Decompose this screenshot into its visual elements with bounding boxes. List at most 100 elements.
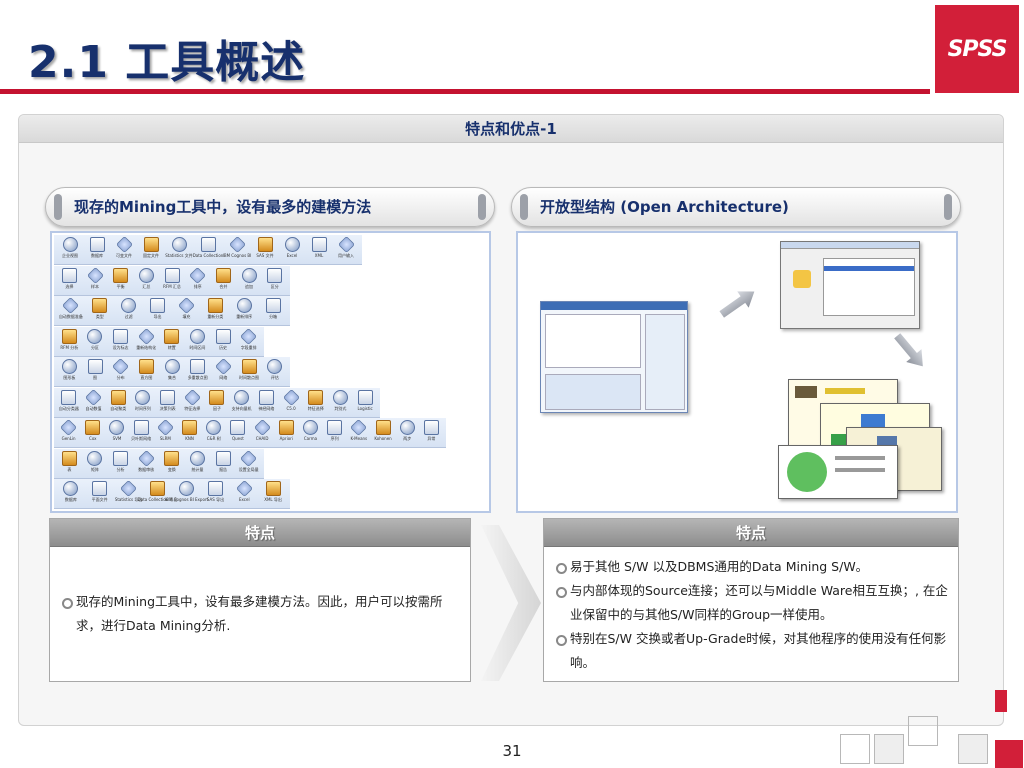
node-icon — [164, 328, 180, 344]
node-label: 网络 — [219, 375, 228, 380]
node-label: 重新排序 — [236, 314, 253, 319]
palette-node: K-Means — [348, 419, 369, 441]
title-divider — [0, 89, 930, 94]
palette-node: Statistics 文件 — [165, 237, 193, 259]
node-icon — [235, 480, 253, 497]
node-label: 多重散点图 — [187, 375, 208, 380]
node-label: IBM Cognos BI — [222, 253, 252, 258]
node-icon — [110, 389, 126, 405]
node-icon — [87, 359, 103, 374]
node-label: Excel — [238, 497, 250, 502]
node-label: Cox — [89, 436, 97, 441]
palette-node: 变换 — [161, 450, 184, 473]
node-label: 时间区间 — [189, 344, 206, 350]
palette-row: 表 矩阵 分析 数据审核 变换 统计量 报告 设置全局量 — [54, 448, 264, 479]
right-feature-header: 特点 — [544, 519, 958, 547]
palette-node: C&R 树 — [203, 420, 224, 442]
palette-node: 统计量 — [186, 450, 209, 473]
node-icon — [207, 298, 223, 313]
palette-node: 分箱 — [260, 298, 286, 320]
node-icon — [209, 389, 225, 405]
palette-node: 历史 — [212, 328, 235, 351]
node-label: KNN — [185, 436, 194, 441]
node-icon — [87, 450, 103, 466]
node-label: 变换 — [167, 466, 176, 472]
palette-node: RFM 汇总 — [161, 267, 184, 290]
node-label: 区分 — [270, 283, 279, 289]
node-icon — [85, 388, 103, 406]
node-label: 选择 — [65, 283, 74, 289]
palette-node: GenLin — [58, 419, 79, 441]
palette-node: 直方图 — [135, 359, 158, 381]
node-label: Kohonen — [374, 436, 392, 441]
node-icon — [164, 450, 180, 466]
node-icon — [112, 358, 130, 375]
node-label: 图 — [93, 375, 97, 380]
decor-square — [908, 716, 938, 746]
node-label: 排序 — [193, 283, 202, 289]
palette-node: 序列 — [324, 420, 345, 442]
node-icon — [61, 359, 77, 374]
palette-node: KNN — [179, 420, 200, 441]
right-feature-bullet: 特别在S/W 交换或者Up-Grade时候，对其他程序的使用没有任何影响。 — [556, 627, 952, 675]
node-label: 直方图 — [140, 375, 153, 380]
node-label: 分析 — [116, 466, 125, 472]
node-icon — [92, 481, 108, 496]
palette-node: 表 — [58, 450, 81, 473]
node-icon — [133, 420, 149, 435]
node-icon — [89, 237, 105, 252]
palette-node: 决策列表 — [157, 389, 179, 412]
palette-node: 字段重排 — [237, 327, 260, 351]
left-section-title: 现存的Mining工具中，设有最多的建模方法 — [45, 187, 495, 227]
node-icon — [189, 450, 205, 466]
palette-node: IBM Cognos BI Export — [165, 481, 208, 502]
node-icon — [92, 298, 108, 313]
left-feature-box: 特点 现存的Mining工具中，设有最多建模方法。因此，用户可以按需所求，进行D… — [49, 518, 471, 682]
node-icon — [240, 327, 258, 345]
node-icon — [215, 328, 231, 344]
node-label: 矩阵 — [90, 466, 99, 472]
palette-node: RFM 分析 — [58, 328, 81, 351]
logo-text: SPSS — [947, 36, 1008, 62]
palette-node: 神经网络 — [256, 389, 278, 412]
palette-node: SLRM — [155, 419, 176, 441]
decor-square — [874, 734, 904, 764]
report-thumbnail — [778, 445, 898, 499]
palette-node: 时间区间 — [186, 328, 209, 351]
node-label: 分区 — [90, 344, 99, 350]
node-icon — [109, 420, 125, 435]
right-feature-bullet: 易于其他 S/W 以及DBMS通用的Data Mining S/W。 — [556, 555, 952, 579]
palette-node: Excel — [280, 237, 304, 258]
node-label: 集合 — [168, 375, 177, 380]
palette-row: 数据库 平面文件 Statistics 导出 Data Collection 导出 IB… — [54, 479, 290, 509]
node-icon — [357, 389, 373, 405]
node-icon — [265, 298, 281, 313]
palette-node: 区分 — [263, 267, 286, 290]
palette-node: Cox — [82, 420, 103, 441]
palette-node: 重新结构化 — [135, 327, 158, 351]
decor-red-square — [995, 740, 1023, 768]
palette-node: 平面文件 — [87, 481, 113, 503]
node-icon — [137, 327, 155, 345]
palette-node: 填充 — [174, 297, 200, 320]
palette-node: 贝叶斯网络 — [131, 420, 152, 442]
palette-node: 自动数值 — [83, 388, 105, 412]
node-icon — [143, 237, 159, 252]
node-label: 异常 — [427, 436, 436, 441]
node-icon — [150, 481, 166, 496]
node-label: SAS 导出 — [206, 497, 225, 502]
node-icon — [267, 359, 283, 374]
node-label: 特征选择 — [184, 405, 201, 411]
node-icon — [423, 420, 439, 435]
node-icon — [215, 450, 231, 466]
palette-node: 支持向量机 — [231, 389, 253, 412]
node-label: 数据审核 — [138, 466, 155, 472]
palette-node: 两步 — [397, 420, 418, 442]
node-label: 可变文件 — [116, 253, 132, 258]
node-icon — [179, 481, 195, 496]
node-icon — [337, 236, 355, 253]
node-label: 字段重排 — [240, 344, 257, 350]
palette-node: 时间散点图 — [238, 359, 261, 381]
node-label: XML 导出 — [264, 497, 282, 502]
palette-node: 自动分类器 — [58, 389, 80, 412]
